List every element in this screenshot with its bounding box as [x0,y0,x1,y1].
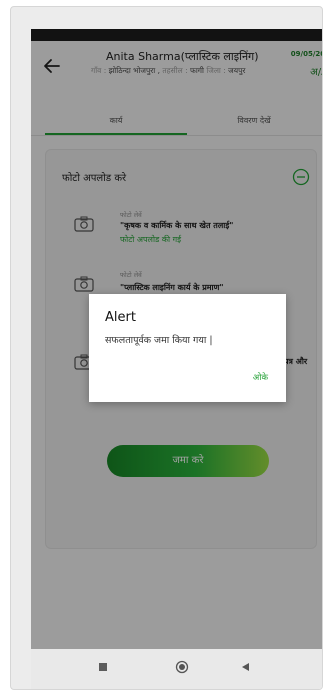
alert-message: सफलतापूर्वक जमा किया गया | [105,335,213,346]
app-screen: Anita Sharma(प्लास्टिक लाइनिंग) गाँव : झ… [31,29,322,689]
alert-dialog: Alert सफलतापूर्वक जमा किया गया | ओके [89,294,286,402]
alert-title: Alert [105,310,136,325]
square-icon[interactable] [99,663,107,671]
triangle-left-icon[interactable] [241,662,251,672]
phone-frame: Anita Sharma(प्लास्टिक लाइनिंग) गाँव : झ… [10,6,323,690]
ok-button[interactable]: ओके [253,372,268,383]
circle-icon[interactable] [175,660,189,674]
system-nav-bar [31,649,322,689]
